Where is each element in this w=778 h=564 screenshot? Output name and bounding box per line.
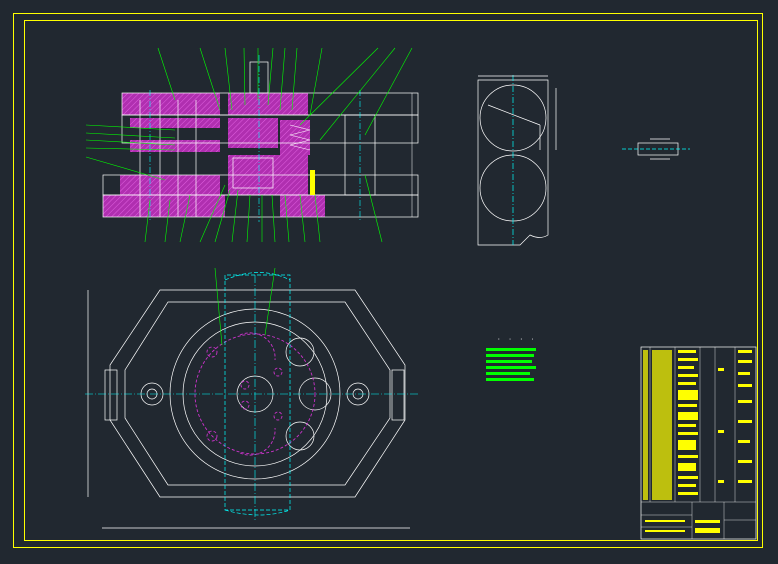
assembly-section-view (85, 47, 419, 243)
tech-requirements-block (486, 348, 536, 381)
tech-requirements-marker: · · · · (497, 336, 537, 343)
small-part-view (622, 138, 690, 160)
part-detail-view (477, 75, 557, 246)
plan-view (85, 267, 420, 529)
title-block (640, 346, 757, 540)
drawing-canvas (85, 47, 757, 540)
